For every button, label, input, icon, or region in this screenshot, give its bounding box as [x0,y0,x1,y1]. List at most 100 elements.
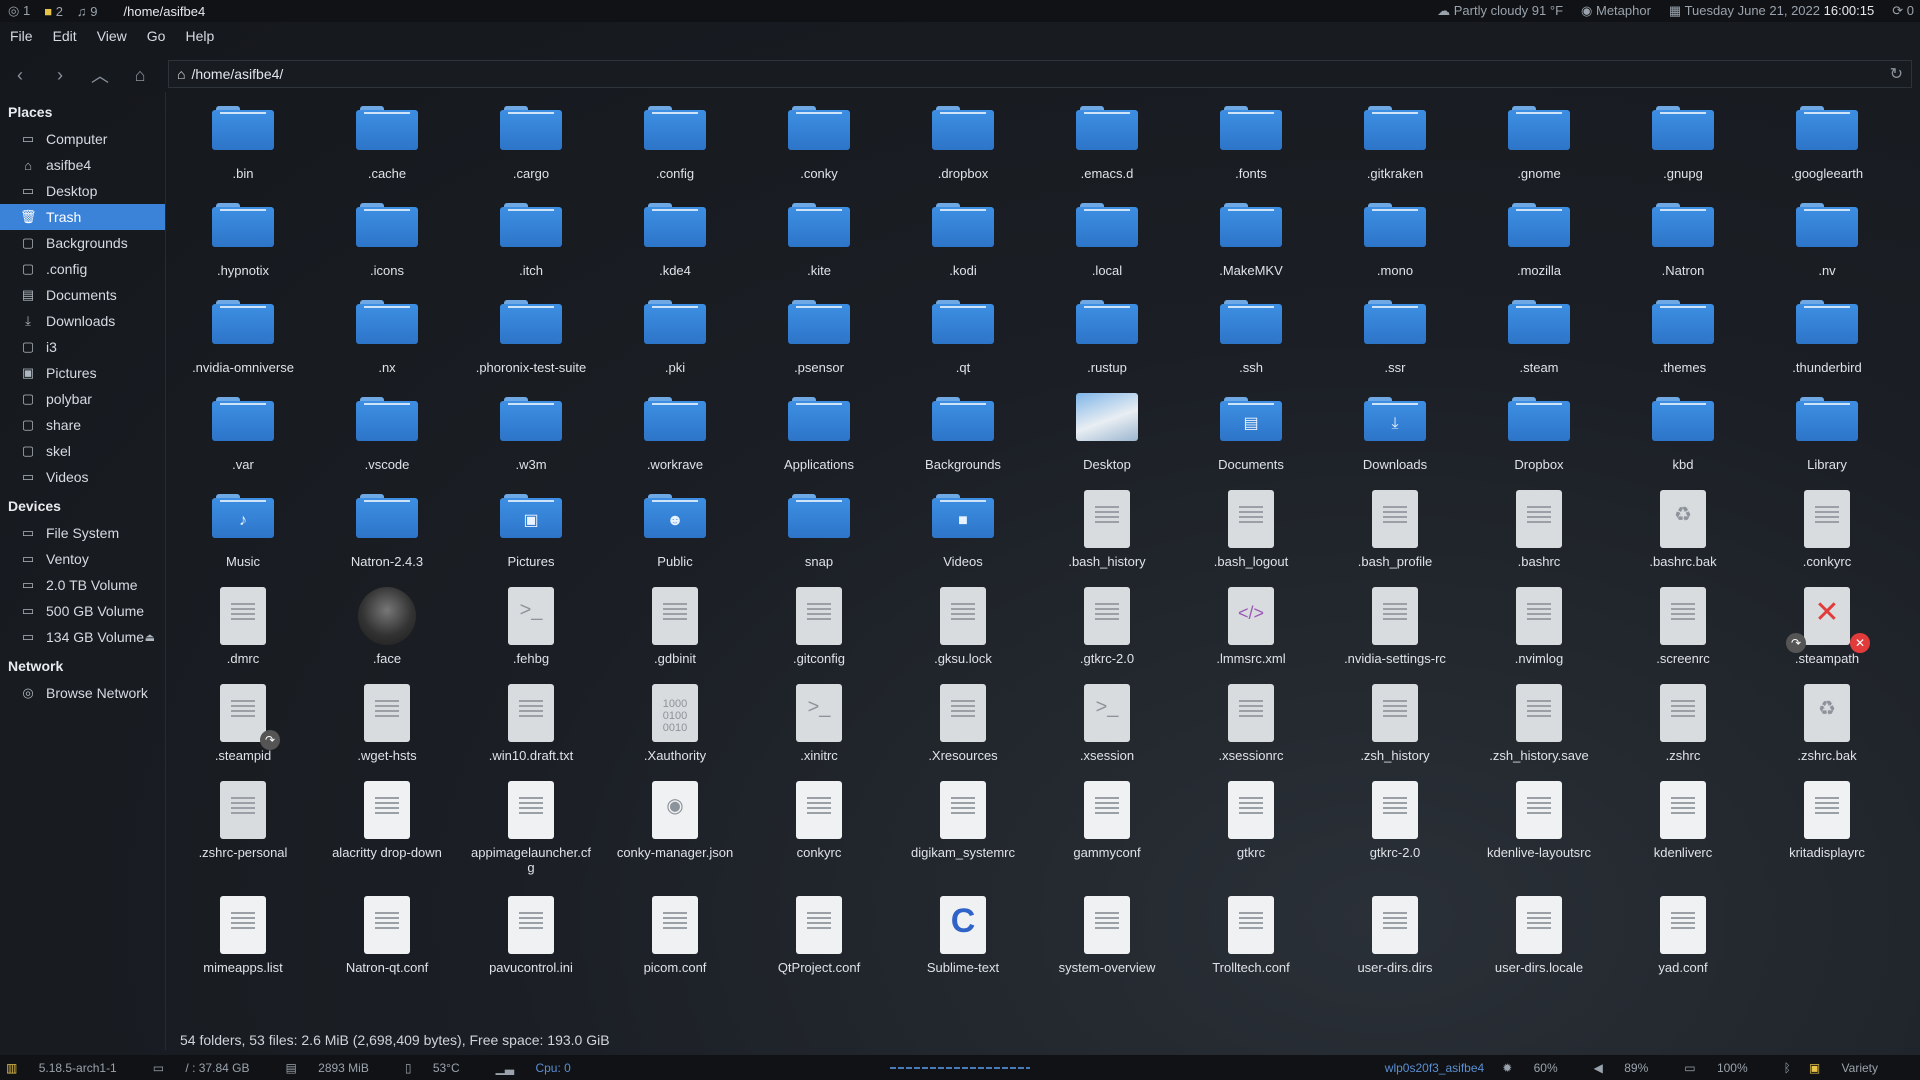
file-item[interactable]: kritadisplayrc [1764,781,1890,877]
file-item[interactable]: .gtkrc-2.0 [1044,587,1170,683]
sidebar-item-polybar[interactable]: ▢ polybar [0,386,165,412]
folder-item[interactable]: .nv [1764,199,1890,295]
file-item[interactable]: .zsh_history [1332,684,1458,780]
folder-item[interactable]: .gnupg [1620,102,1746,198]
file-item[interactable]: .conkyrc [1764,490,1890,586]
file-item[interactable]: user-dirs.dirs [1332,896,1458,992]
folder-item[interactable]: Applications [756,393,882,489]
address-bar[interactable]: ⌂ /home/asifbe4/ ↻ [168,60,1912,88]
folder-item[interactable]: .hypnotix [180,199,306,295]
folder-item[interactable]: .dropbox [900,102,1026,198]
folder-item[interactable]: .var [180,393,306,489]
device-2-0-tb-volume[interactable]: ▭ 2.0 TB Volume [0,572,165,598]
file-item[interactable]: >_ .xinitrc [756,684,882,780]
file-item[interactable]: .xsessionrc [1188,684,1314,780]
folder-item[interactable]: .pki [612,296,738,392]
file-item[interactable]: appimagelauncher.cfg [468,781,594,877]
folder-item[interactable]: .kite [756,199,882,295]
file-item[interactable]: digikam_systemrc [900,781,1026,877]
menu-view[interactable]: View [87,28,137,52]
network-widget[interactable]: wlp0s20f3_asifbe4 [1385,1061,1484,1075]
file-item[interactable]: .dmrc [180,587,306,683]
file-item[interactable]: Trolltech.conf [1188,896,1314,992]
folder-item[interactable]: .icons [324,199,450,295]
folder-item[interactable]: .phoronix-test-suite [468,296,594,392]
file-item[interactable]: .bash_history [1044,490,1170,586]
folder-item[interactable]: ⤓ Downloads [1332,393,1458,489]
folder-item[interactable]: .fonts [1188,102,1314,198]
refresh-icon[interactable]: ↻ [1890,64,1903,84]
network-item-browse-network[interactable]: ◎ Browse Network [0,680,165,706]
file-item[interactable]: .face [324,587,450,683]
file-item[interactable]: .wget-hsts [324,684,450,780]
file-item[interactable]: pavucontrol.ini [468,896,594,992]
folder-item[interactable]: Backgrounds [900,393,1026,489]
sidebar-item-computer[interactable]: ▭ Computer [0,126,165,152]
device-134-gb-volume[interactable]: ▭ 134 GB Volume ⏏ [0,624,165,650]
folder-item[interactable]: .themes [1620,296,1746,392]
file-item[interactable]: >_ .xsession [1044,684,1170,780]
file-item[interactable]: mimeapps.list [180,896,306,992]
sidebar-item-skel[interactable]: ▢ skel [0,438,165,464]
folder-item[interactable]: .psensor [756,296,882,392]
file-item[interactable]: .Xresources [900,684,1026,780]
up-icon[interactable]: ︿ [80,62,120,88]
folder-item[interactable]: .cargo [468,102,594,198]
file-item[interactable]: ↷ .steampid [180,684,306,780]
file-item[interactable]: .zshrc-personal [180,781,306,877]
device-500-gb-volume[interactable]: ▭ 500 GB Volume [0,598,165,624]
folder-item[interactable]: .qt [900,296,1026,392]
folder-item[interactable]: .rustup [1044,296,1170,392]
file-item[interactable]: gtkrc-2.0 [1332,781,1458,877]
folder-item[interactable]: Desktop [1044,393,1170,489]
folder-item[interactable]: .itch [468,199,594,295]
sidebar-item-videos[interactable]: ▭ Videos [0,464,165,490]
device-file-system[interactable]: ▭ File System [0,520,165,546]
folder-item[interactable]: .steam [1476,296,1602,392]
folder-item[interactable]: ▣ Pictures [468,490,594,586]
device-ventoy[interactable]: ▭ Ventoy [0,546,165,572]
brightness-widget[interactable]: ✹ 60% [1502,1061,1575,1075]
folder-item[interactable]: .ssr [1332,296,1458,392]
file-item[interactable]: .zsh_history.save [1476,684,1602,780]
file-item[interactable]: .bash_logout [1188,490,1314,586]
workspace-indicator[interactable]: ◎ 1 ■ 2 ♫ 9 [0,3,98,19]
file-item[interactable]: gtkrc [1188,781,1314,877]
back-icon[interactable]: ‹ [0,65,40,86]
bluetooth-icon[interactable]: ᛒ [1784,1061,1791,1075]
folder-item[interactable]: ■ Videos [900,490,1026,586]
folder-item[interactable]: Dropbox [1476,393,1602,489]
sidebar-item-trash[interactable]: 🗑 Trash [0,204,165,230]
file-item[interactable]: kdenliverc [1620,781,1746,877]
folder-item[interactable]: .mono [1332,199,1458,295]
file-item[interactable]: .nvimlog [1476,587,1602,683]
folder-item[interactable]: .gitkraken [1332,102,1458,198]
sidebar-item-pictures[interactable]: ▣ Pictures [0,360,165,386]
folder-item[interactable]: .config [612,102,738,198]
folder-item[interactable]: .local [1044,199,1170,295]
file-item[interactable]: >_ .fehbg [468,587,594,683]
file-item[interactable]: .bash_profile [1332,490,1458,586]
home-icon[interactable]: ⌂ [120,65,160,86]
menu-file[interactable]: File [0,28,43,52]
folder-item[interactable]: .vscode [324,393,450,489]
theme-widget[interactable]: ◉ Metaphor [1581,3,1651,19]
sidebar-item-desktop[interactable]: ▭ Desktop [0,178,165,204]
file-item[interactable]: .screenrc [1620,587,1746,683]
variety-widget[interactable]: ▣ Variety [1809,1061,1896,1075]
file-item[interactable]: </> .lmmsrc.xml [1188,587,1314,683]
file-item[interactable]: ✕ ↷ ✕ .steampath [1764,587,1890,683]
forward-icon[interactable]: › [40,65,80,86]
workspace-2[interactable]: ■ 2 [44,4,63,19]
folder-item[interactable]: .conky [756,102,882,198]
folder-item[interactable]: .kde4 [612,199,738,295]
menu-go[interactable]: Go [137,28,176,52]
folder-item[interactable]: ☻ Public [612,490,738,586]
file-item[interactable]: yad.conf [1620,896,1746,992]
folder-item[interactable]: kbd [1620,393,1746,489]
file-item[interactable]: gammyconf [1044,781,1170,877]
file-item[interactable]: user-dirs.locale [1476,896,1602,992]
volume-widget[interactable]: ◀ 89% [1594,1061,1667,1075]
sidebar-item-downloads[interactable]: ⤓ Downloads [0,308,165,334]
file-item[interactable]: ♻ .zshrc.bak [1764,684,1890,780]
